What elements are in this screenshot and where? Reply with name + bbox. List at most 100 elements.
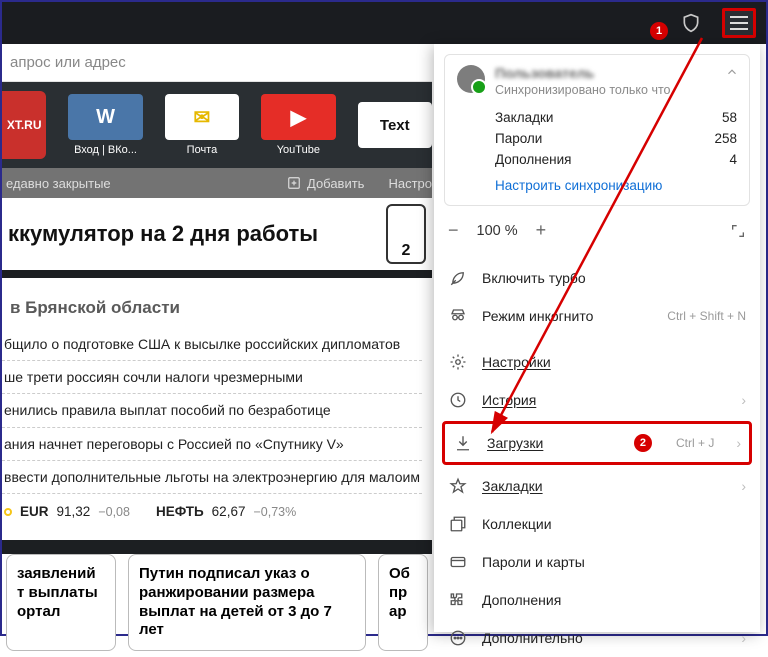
- menu-item-settings[interactable]: Настройки: [434, 343, 760, 381]
- hamburger-icon: [730, 22, 748, 24]
- card-icon: [448, 552, 468, 572]
- rocket-icon: [448, 268, 468, 288]
- speed-dial-subbar: едавно закрытые Добавить Настро: [2, 168, 432, 198]
- menu-item-label: Режим инкогнито: [482, 308, 643, 324]
- address-bar[interactable]: апрос или адрес: [2, 44, 432, 82]
- menu-item-label: Загрузки: [487, 435, 620, 451]
- rate-value: 91,32: [57, 504, 91, 519]
- tile-logo: W: [68, 94, 142, 140]
- fullscreen-button[interactable]: [730, 223, 746, 239]
- speed-dial-tile[interactable]: ✉ Почта: [165, 91, 239, 159]
- tile-label: Вход | ВКо...: [74, 144, 137, 156]
- tile-logo: ✉: [165, 94, 239, 140]
- news-block: в Брянской области бщило о подготовке СШ…: [2, 286, 432, 525]
- tile-label: Text: [358, 102, 432, 148]
- rate-value: 62,67: [212, 504, 246, 519]
- menu-item-label: История: [482, 392, 719, 408]
- menu-item-history[interactable]: История ›: [434, 381, 760, 419]
- add-tile-button[interactable]: Добавить: [287, 176, 364, 191]
- currency-rates: EUR 91,32 −0,08 НЕФТЬ 62,67 −0,73%: [2, 493, 422, 525]
- menu-item-passwords[interactable]: Пароли и карты: [434, 543, 760, 581]
- sync-card[interactable]: Пользователь Синхронизировано только что…: [444, 54, 750, 206]
- sync-username: Пользователь: [495, 65, 671, 81]
- incognito-icon: [448, 306, 468, 326]
- rate-label: EUR: [20, 504, 49, 519]
- configure-sync-link[interactable]: Настроить синхронизацию: [457, 178, 737, 193]
- rate-delta: −0,73%: [253, 505, 296, 519]
- menu-item-incognito[interactable]: Режим инкогнито Ctrl + Shift + N: [434, 297, 760, 335]
- sync-row: Пароли258: [457, 128, 737, 149]
- menu-shortcut: Ctrl + Shift + N: [657, 309, 746, 323]
- gear-icon: [448, 352, 468, 372]
- chevron-up-icon[interactable]: [725, 65, 739, 79]
- recently-closed-link[interactable]: едавно закрытые: [6, 176, 111, 191]
- menu-item-turbo[interactable]: Включить турбо: [434, 259, 760, 297]
- menu-item-label: Настройки: [482, 354, 746, 370]
- chevron-right-icon: ›: [736, 435, 741, 451]
- main-menu-panel: Пользователь Синхронизировано только что…: [434, 44, 760, 632]
- tile-logo: ▶: [261, 94, 335, 140]
- zoom-in-button[interactable]: +: [536, 220, 547, 241]
- zen-card[interactable]: заявлений т выплаты ортал: [6, 554, 116, 651]
- plus-box-icon: [287, 176, 301, 190]
- address-placeholder: апрос или адрес: [10, 54, 126, 71]
- add-tile-label: Добавить: [307, 176, 364, 191]
- phone-icon: 2: [386, 204, 426, 264]
- tile-label: YouTube: [277, 144, 320, 156]
- dots-icon: [448, 628, 468, 648]
- news-item[interactable]: енились правила выплат пособий по безраб…: [2, 393, 422, 426]
- fullscreen-icon: [730, 223, 746, 239]
- menu-item-addons[interactable]: Дополнения: [434, 581, 760, 619]
- zen-card[interactable]: Об пр ар: [378, 554, 428, 651]
- speed-dial-tile[interactable]: Text: [358, 91, 432, 159]
- news-item[interactable]: ввести дополнительные льготы на электроэ…: [2, 460, 422, 493]
- main-menu-button[interactable]: [722, 8, 756, 38]
- sync-row: Дополнения4: [457, 149, 737, 170]
- speed-dial-tile[interactable]: W Вход | ВКо...: [68, 91, 142, 159]
- history-icon: [448, 390, 468, 410]
- annotation-badge-1: 1: [650, 22, 668, 40]
- news-item[interactable]: бщило о подготовке США к высылке российс…: [2, 328, 422, 360]
- puzzle-icon: [448, 590, 468, 610]
- speed-dial-settings-link[interactable]: Настро: [388, 176, 432, 191]
- chevron-right-icon: ›: [741, 630, 746, 646]
- menu-item-label: Закладки: [482, 478, 719, 494]
- zen-cards-row: заявлений т выплаты ортал Путин подписал…: [2, 554, 432, 651]
- shield-icon[interactable]: 1: [678, 10, 704, 36]
- menu-item-downloads[interactable]: Загрузки 2 Ctrl + J ›: [451, 430, 743, 456]
- menu-item-label: Дополнительно: [482, 630, 719, 646]
- sync-row: Закладки58: [457, 107, 737, 128]
- browser-titlebar: 1: [2, 2, 766, 44]
- downloads-highlight: Загрузки 2 Ctrl + J ›: [442, 421, 752, 465]
- menu-item-label: Дополнения: [482, 592, 746, 608]
- news-item[interactable]: ания начнет переговоры с Россией по «Спу…: [2, 427, 422, 460]
- rate-label: НЕФТЬ: [156, 504, 204, 519]
- zoom-controls: − 100 % +: [434, 206, 760, 255]
- speed-dial-tile[interactable]: XT.RU: [2, 91, 46, 159]
- chevron-right-icon: ›: [741, 478, 746, 494]
- main-menu-button-highlight: [722, 8, 756, 38]
- collections-icon: [448, 514, 468, 534]
- star-icon: [448, 476, 468, 496]
- menu-item-label: Включить турбо: [482, 270, 746, 286]
- menu-item-label: Коллекции: [482, 516, 746, 532]
- tile-label: Почта: [187, 144, 218, 156]
- news-region: в Брянской области: [10, 298, 422, 318]
- news-item[interactable]: ше трети россиян сочли налоги чрезмерным…: [2, 360, 422, 393]
- rate-dot-icon: [4, 508, 12, 516]
- zen-card[interactable]: Путин подписал указ о ранжировании разме…: [128, 554, 366, 651]
- ad-banner[interactable]: ккумулятор на 2 дня работы 2: [2, 198, 432, 278]
- menu-item-collections[interactable]: Коллекции: [434, 505, 760, 543]
- chevron-right-icon: ›: [741, 392, 746, 408]
- menu-item-more[interactable]: Дополнительно ›: [434, 619, 760, 657]
- avatar: [457, 65, 485, 93]
- zoom-value: 100 %: [477, 223, 518, 239]
- annotation-badge-2: 2: [634, 434, 652, 452]
- zoom-out-button[interactable]: −: [448, 220, 459, 241]
- rate-delta: −0,08: [98, 505, 130, 519]
- menu-shortcut: Ctrl + J: [666, 436, 714, 450]
- speed-dial-tile[interactable]: ▶ YouTube: [261, 91, 335, 159]
- sync-status: Синхронизировано только что: [495, 83, 671, 97]
- speed-dial-row: XT.RU W Вход | ВКо... ✉ Почта ▶ YouTube …: [2, 82, 432, 168]
- menu-item-bookmarks[interactable]: Закладки ›: [434, 467, 760, 505]
